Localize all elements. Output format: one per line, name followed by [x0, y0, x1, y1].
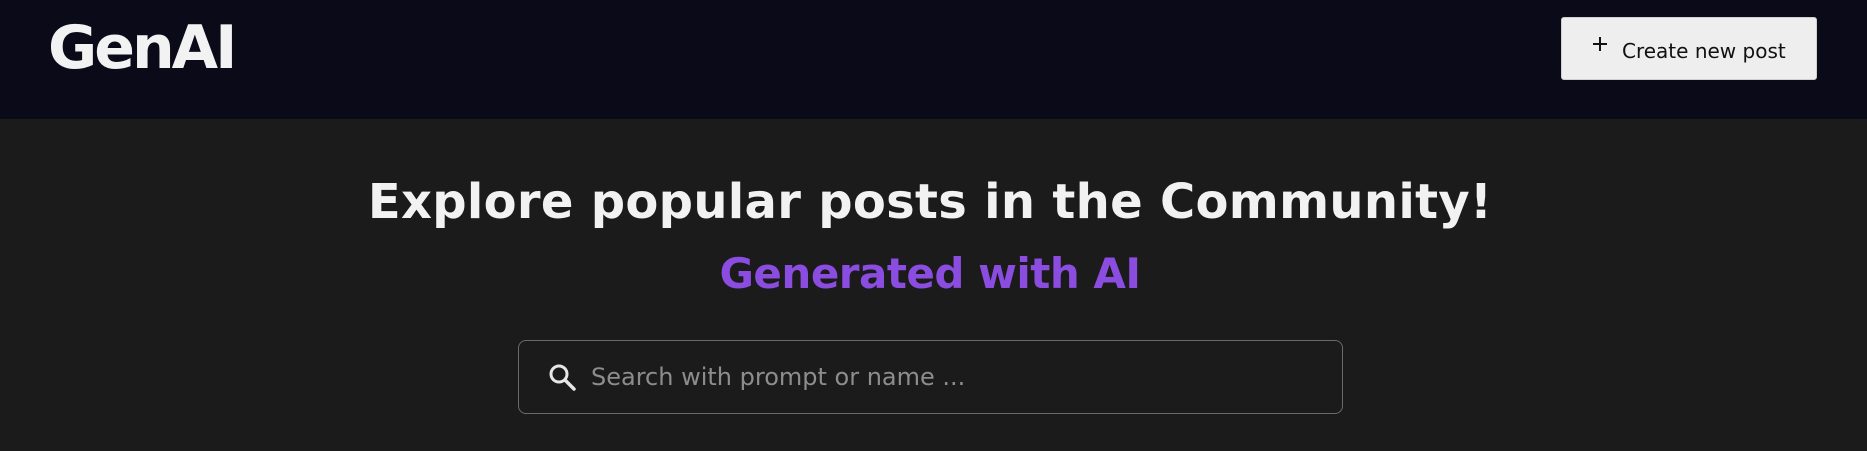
page-subheadline: Generated with AI [719, 249, 1141, 298]
app-logo[interactable]: GenAI [48, 8, 237, 88]
page-headline: Explore popular posts in the Community! [367, 174, 1493, 230]
search-icon [547, 362, 577, 392]
create-new-post-label: Create new post [1622, 38, 1786, 63]
main-content: Explore popular posts in the Community! … [0, 119, 1867, 451]
search-box[interactable] [518, 340, 1343, 414]
top-navbar: GenAI Create new post [0, 0, 1867, 119]
search-input[interactable] [591, 357, 1331, 397]
create-new-post-button[interactable]: Create new post [1561, 17, 1817, 80]
plus-icon [1592, 36, 1608, 52]
